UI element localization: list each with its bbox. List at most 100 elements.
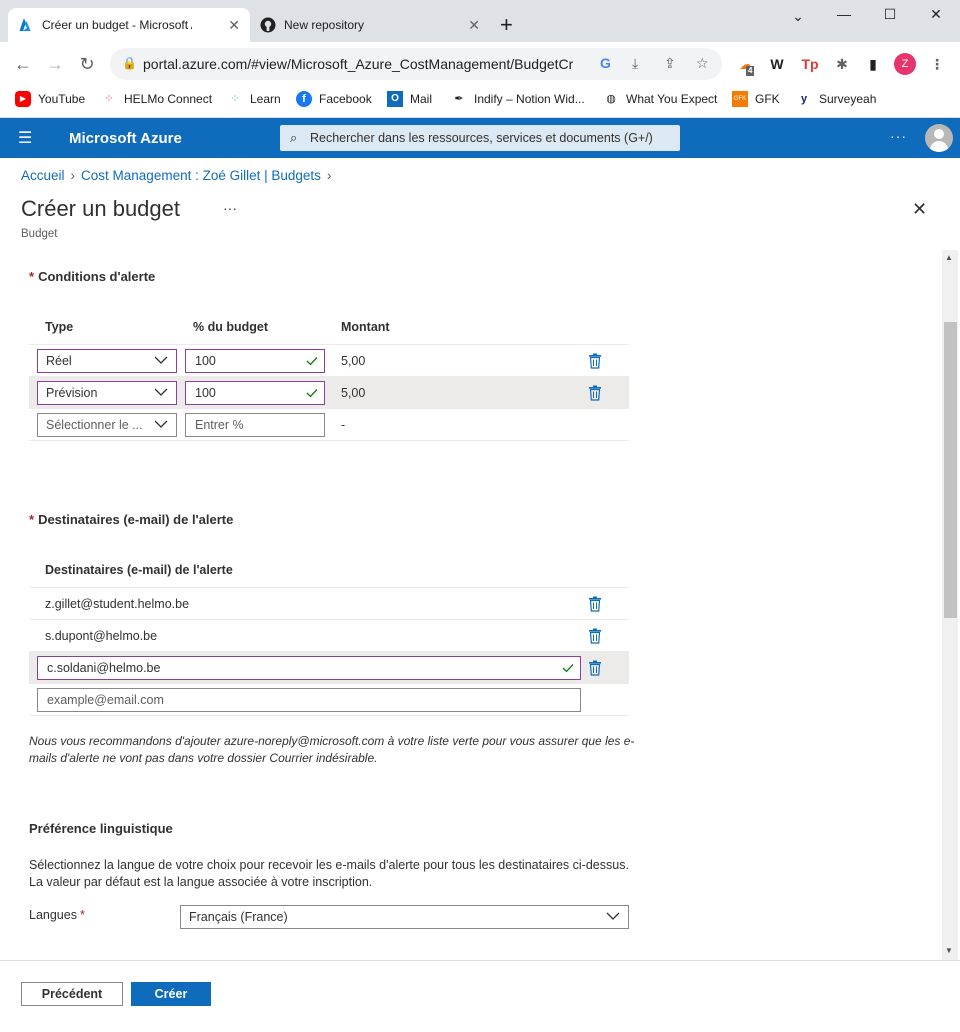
previous-button[interactable]: Précédent [21,982,123,1006]
bookmark-surveyeah[interactable]: y Surveyeah [796,91,876,107]
outlook-icon: O [387,91,403,107]
language-title: Préférence linguistique [29,821,173,836]
bookmark-helmo-connect[interactable]: ⁘ HELMo Connect [101,91,212,107]
alert-percent-input[interactable]: 100 [185,349,325,373]
checkmark-icon [306,389,318,398]
lock-icon: 🔒 [122,56,137,70]
checkmark-icon [306,357,318,366]
tab-search-chevron-icon[interactable]: ⌄ [788,8,808,25]
window-close-icon[interactable]: ✕ [926,6,946,23]
alert-type-dropdown[interactable]: Prévision [37,381,177,405]
chevron-down-icon [154,388,168,396]
alert-percent-input[interactable]: 100 [185,381,325,405]
azure-brand[interactable]: Microsoft Azure [69,130,182,147]
azure-search-input[interactable]: ⌕ Rechercher dans les ressources, servic… [280,125,680,151]
recipient-email-input[interactable]: c.soldani@helmo.be [37,656,581,680]
row-divider [29,440,629,441]
extensions-puzzle-icon[interactable]: ✱ [832,54,852,74]
gfk-icon: GFK [732,91,748,107]
minimize-icon[interactable]: — [834,6,854,22]
chevron-right-icon: › [326,168,332,183]
alert-amount: 5,00 [341,386,366,400]
column-header-type: Type [45,320,74,334]
breadcrumb-home[interactable]: Accueil [21,168,65,183]
bookmark-what-you-expect[interactable]: ◍ What You Expect [603,91,717,107]
reload-icon[interactable]: ↻ [75,52,99,76]
bookmark-gfk[interactable]: GFK GFK [732,91,780,107]
profile-avatar[interactable]: Z [894,53,916,75]
browser-tab-strip: Créer un budget - Microsoft Azure ✕ New … [0,0,960,42]
browser-toolbar: ← → ↻ 🔒 portal.azure.com/#view/Microsoft… [0,42,960,86]
side-panel-icon[interactable]: ▮ [863,54,883,74]
globe-icon: ◍ [606,93,616,105]
page-more-icon[interactable]: ··· [223,200,237,216]
bookmark-indify[interactable]: ✒ Indify – Notion Wid... [451,91,584,107]
install-app-icon[interactable]: ⤓ [632,55,638,72]
github-icon [260,17,276,33]
column-header-percent: % du budget [193,320,268,334]
maximize-icon[interactable]: ☐ [880,6,900,23]
surveyeah-icon: y [800,93,808,105]
bookmarks-bar: ▶ YouTube ⁘ HELMo Connect ⁘ Learn f Facebook… [0,86,960,118]
delete-trash-icon[interactable] [588,385,602,401]
bookmark-star-icon[interactable]: ☆ [696,55,709,72]
slack-icon: ⁘ [230,93,240,105]
url-text: portal.azure.com/#view/Microsoft_Azure_C… [143,56,573,72]
delete-trash-icon[interactable] [588,628,602,644]
column-header-amount: Montant [341,320,390,334]
user-avatar[interactable] [925,124,953,152]
share-icon[interactable]: ⇪ [664,55,676,72]
search-placeholder: Rechercher dans les ressources, services… [310,131,653,145]
bookmark-learn[interactable]: ⁘ Learn [227,91,280,107]
extension-w-icon[interactable]: W [767,54,787,74]
bookmark-facebook[interactable]: f Facebook [296,91,372,107]
extension-cloud-icon[interactable]: ☁ 4 [736,54,756,76]
create-button[interactable]: Créer [131,982,211,1006]
close-tab-icon[interactable]: ✕ [228,17,240,34]
browser-tab-azure[interactable]: Créer un budget - Microsoft Azure ✕ [8,8,250,42]
new-tab-icon[interactable]: + [500,14,513,36]
browser-menu-icon[interactable]: ⋮ [927,54,947,74]
tab-title: New repository [284,18,365,32]
bookmark-youtube[interactable]: ▶ YouTube [15,91,85,107]
breadcrumb-budgets[interactable]: Cost Management : Zoé Gillet | Budgets [81,168,321,183]
delete-trash-icon[interactable] [588,660,602,676]
back-arrow-icon[interactable]: ← [11,52,35,76]
azure-top-bar: ☰ Microsoft Azure ⌕ Rechercher dans les … [0,118,960,158]
language-label: Langues * [29,908,85,922]
youtube-icon: ▶ [15,91,31,107]
new-alert-amount: - [341,418,346,432]
hamburger-menu-icon[interactable]: ☰ [18,128,32,148]
google-icon[interactable]: G [600,55,611,71]
row-divider [29,408,629,409]
facebook-icon: f [296,91,312,107]
bookmark-mail[interactable]: O Mail [387,91,432,107]
new-alert-type-dropdown[interactable]: Sélectionner le ... [37,413,177,437]
new-alert-percent-input[interactable]: Entrer % [185,413,325,437]
page-title: Créer un budget [21,196,180,221]
slack-icon: ⁘ [104,93,114,105]
browser-tab-github[interactable]: New repository ✕ [250,8,490,42]
extension-tp-icon[interactable]: Tp [800,54,820,74]
azure-logo-icon [19,18,31,31]
alert-type-dropdown[interactable]: Réel [37,349,177,373]
row-divider [29,587,629,588]
close-blade-icon[interactable]: ✕ [912,199,927,220]
recipient-email: z.gillet@student.helmo.be [45,597,190,611]
scrollbar-thumb[interactable] [944,322,957,618]
page-subtitle: Budget [21,228,58,240]
scroll-down-arrow-icon[interactable]: ▼ [945,946,953,955]
feather-icon: ✒ [454,93,464,105]
language-dropdown[interactable]: Français (France) [180,905,629,929]
scroll-up-arrow-icon[interactable]: ▲ [945,253,953,262]
row-divider [29,683,629,684]
forward-arrow-icon[interactable]: → [43,52,67,76]
new-recipient-email-input[interactable]: example@email.com [37,688,581,712]
column-header-recipients: Destinataires (e-mail) de l'alerte [45,563,233,577]
close-tab-icon[interactable]: ✕ [468,17,480,34]
more-options-icon[interactable]: ··· [890,128,907,144]
alert-conditions-title: * Conditions d'alerte [29,269,156,284]
address-bar[interactable]: 🔒 portal.azure.com/#view/Microsoft_Azure… [110,48,722,80]
delete-trash-icon[interactable] [588,353,602,369]
delete-trash-icon[interactable] [588,596,602,612]
